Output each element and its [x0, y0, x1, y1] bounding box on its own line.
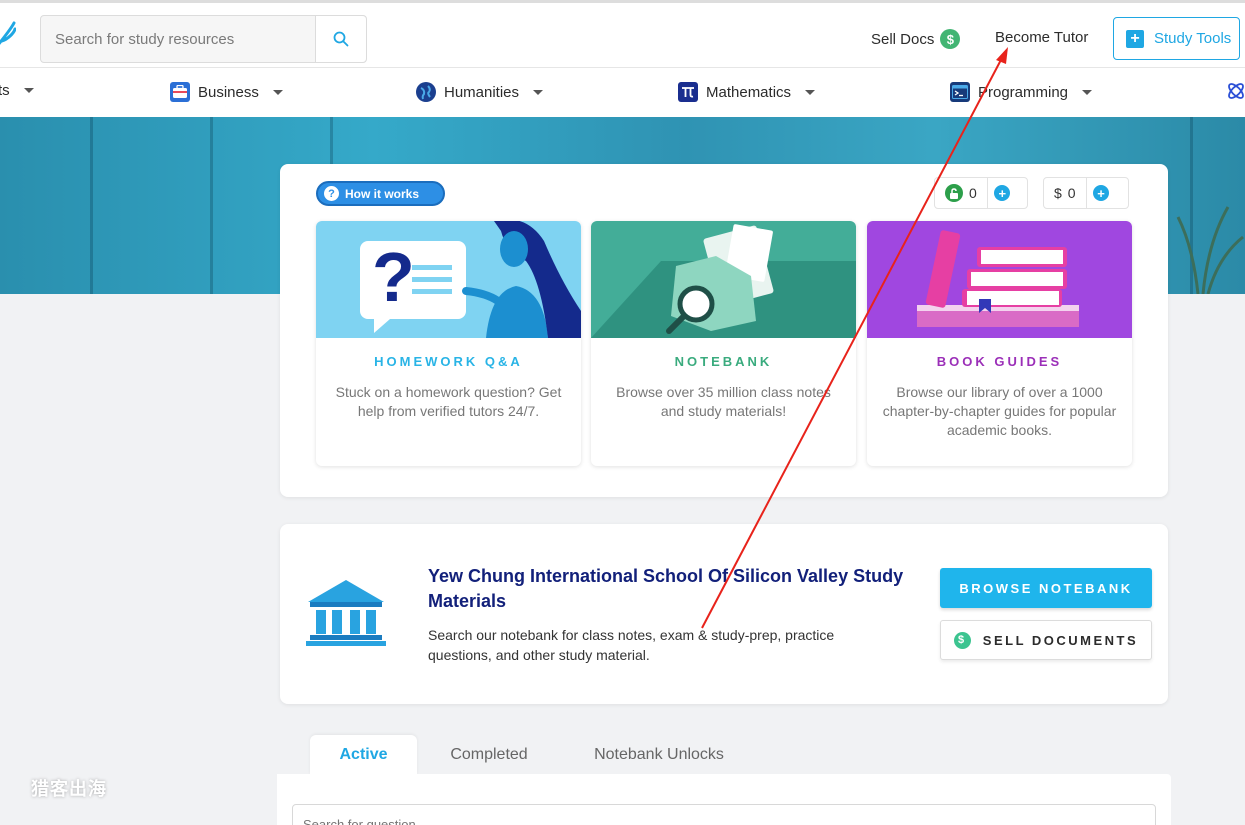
globe-icon [416, 82, 436, 102]
balance-counter: $ 0 + [1043, 177, 1129, 209]
chevron-down-icon [23, 88, 34, 93]
balance: $ 0 [1044, 185, 1086, 201]
become-tutor-link[interactable]: Become Tutor [995, 29, 1088, 46]
tab-active[interactable]: Active [310, 735, 417, 775]
dollar-icon: $ [940, 29, 961, 49]
how-it-works-label: How it works [345, 186, 420, 201]
question-icon: ? [324, 186, 339, 201]
subject-nav: ts Business Humanities Mathematics Progr… [0, 68, 1245, 117]
notebank-illustration [591, 221, 856, 338]
school-building-icon [306, 580, 386, 646]
feature-description: Browse over 35 million class notes and s… [616, 384, 831, 419]
sell-docs-label: Sell Docs [871, 30, 935, 48]
school-card: Yew Chung International School Of Silico… [280, 524, 1168, 704]
subject-item-partial[interactable]: ts [0, 82, 34, 99]
browse-notebank-button[interactable]: BROWSE NOTEBANK [940, 568, 1152, 608]
unlock-counter: 0 + [934, 177, 1028, 209]
search-icon [333, 31, 349, 47]
feature-title: BOOK GUIDES [936, 354, 1063, 369]
subject-item-mathematics[interactable]: Mathematics [678, 82, 816, 102]
plant-decoration [1176, 206, 1244, 294]
subject-label: ts [0, 82, 10, 99]
subject-item-programming[interactable]: Programming [950, 82, 1093, 102]
subject-label: Programming [978, 83, 1069, 101]
dollar-sign: $ [1054, 185, 1062, 201]
homework-qa-card[interactable]: ? HOMEWORK Q&A Stuck on a homework quest… [316, 221, 581, 466]
feature-title: HOMEWORK Q&A [374, 354, 523, 369]
search-bar [40, 15, 367, 63]
unlock-count: 0 [935, 184, 987, 202]
svg-text:?: ? [372, 238, 415, 316]
unlock-count-value: 0 [969, 185, 977, 201]
homework-illustration: ? [316, 221, 581, 338]
book-guides-card[interactable]: BOOK GUIDES Browse our library of over a… [867, 221, 1132, 466]
tab-completed[interactable]: Completed [430, 735, 548, 775]
chevron-down-icon [805, 89, 816, 95]
chevron-down-icon [272, 89, 283, 95]
plus-circle-icon: + [994, 185, 1011, 201]
book-guides-illustration [867, 221, 1132, 338]
how-it-works-button[interactable]: ? How it works [316, 181, 445, 206]
balance-value: 0 [1067, 185, 1076, 201]
sell-documents-button[interactable]: $ SELL DOCUMENTS [940, 620, 1152, 660]
dollar-icon: $ [953, 631, 971, 649]
terminal-icon [950, 82, 970, 102]
lock-icon [945, 184, 963, 202]
watermark: 猎客出海 [31, 779, 107, 799]
school-description: Search our notebank for class notes, exa… [428, 627, 835, 663]
top-header: Sell Docs $ Become Tutor + Study Tools [0, 0, 1245, 68]
atom-icon[interactable] [1226, 81, 1245, 101]
chevron-down-icon [1082, 89, 1093, 95]
add-balance-button[interactable]: + [1085, 178, 1116, 208]
feature-description: Browse our library of over a 1000 chapte… [882, 384, 1117, 438]
chevron-down-icon [533, 89, 544, 95]
briefcase-icon [170, 82, 190, 102]
add-unlocks-button[interactable]: + [986, 178, 1017, 208]
sell-documents-label: SELL DOCUMENTS [982, 632, 1139, 648]
logo-icon[interactable] [0, 21, 16, 47]
plus-circle-icon: + [1093, 185, 1110, 201]
subject-label: Humanities [444, 83, 520, 101]
tab-panel [277, 774, 1171, 825]
search-input[interactable] [41, 16, 315, 62]
pi-icon [678, 82, 698, 102]
search-button[interactable] [315, 16, 366, 62]
feature-card: ? How it works 0 + $ 0 + ? HOMEWORK Q&A … [280, 164, 1168, 497]
become-tutor-label: Become Tutor [995, 29, 1089, 46]
plus-icon: + [1126, 29, 1144, 48]
school-title: Yew Chung International School Of Silico… [428, 566, 904, 611]
sell-docs-link[interactable]: Sell Docs $ [871, 29, 961, 49]
question-search-input[interactable] [292, 804, 1156, 825]
study-tools-button[interactable]: + Study Tools [1113, 17, 1240, 60]
subject-item-humanities[interactable]: Humanities [416, 82, 544, 102]
notebank-card[interactable]: NOTEBANK Browse over 35 million class no… [591, 221, 856, 466]
subject-label: Mathematics [706, 83, 792, 101]
study-tools-label: Study Tools [1154, 30, 1232, 47]
subject-label: Business [198, 83, 259, 101]
feature-description: Stuck on a homework question? Get help f… [335, 384, 562, 419]
tab-notebank-unlocks[interactable]: Notebank Unlocks [575, 735, 743, 775]
feature-title: NOTEBANK [674, 354, 773, 369]
subject-item-business[interactable]: Business [170, 82, 283, 102]
